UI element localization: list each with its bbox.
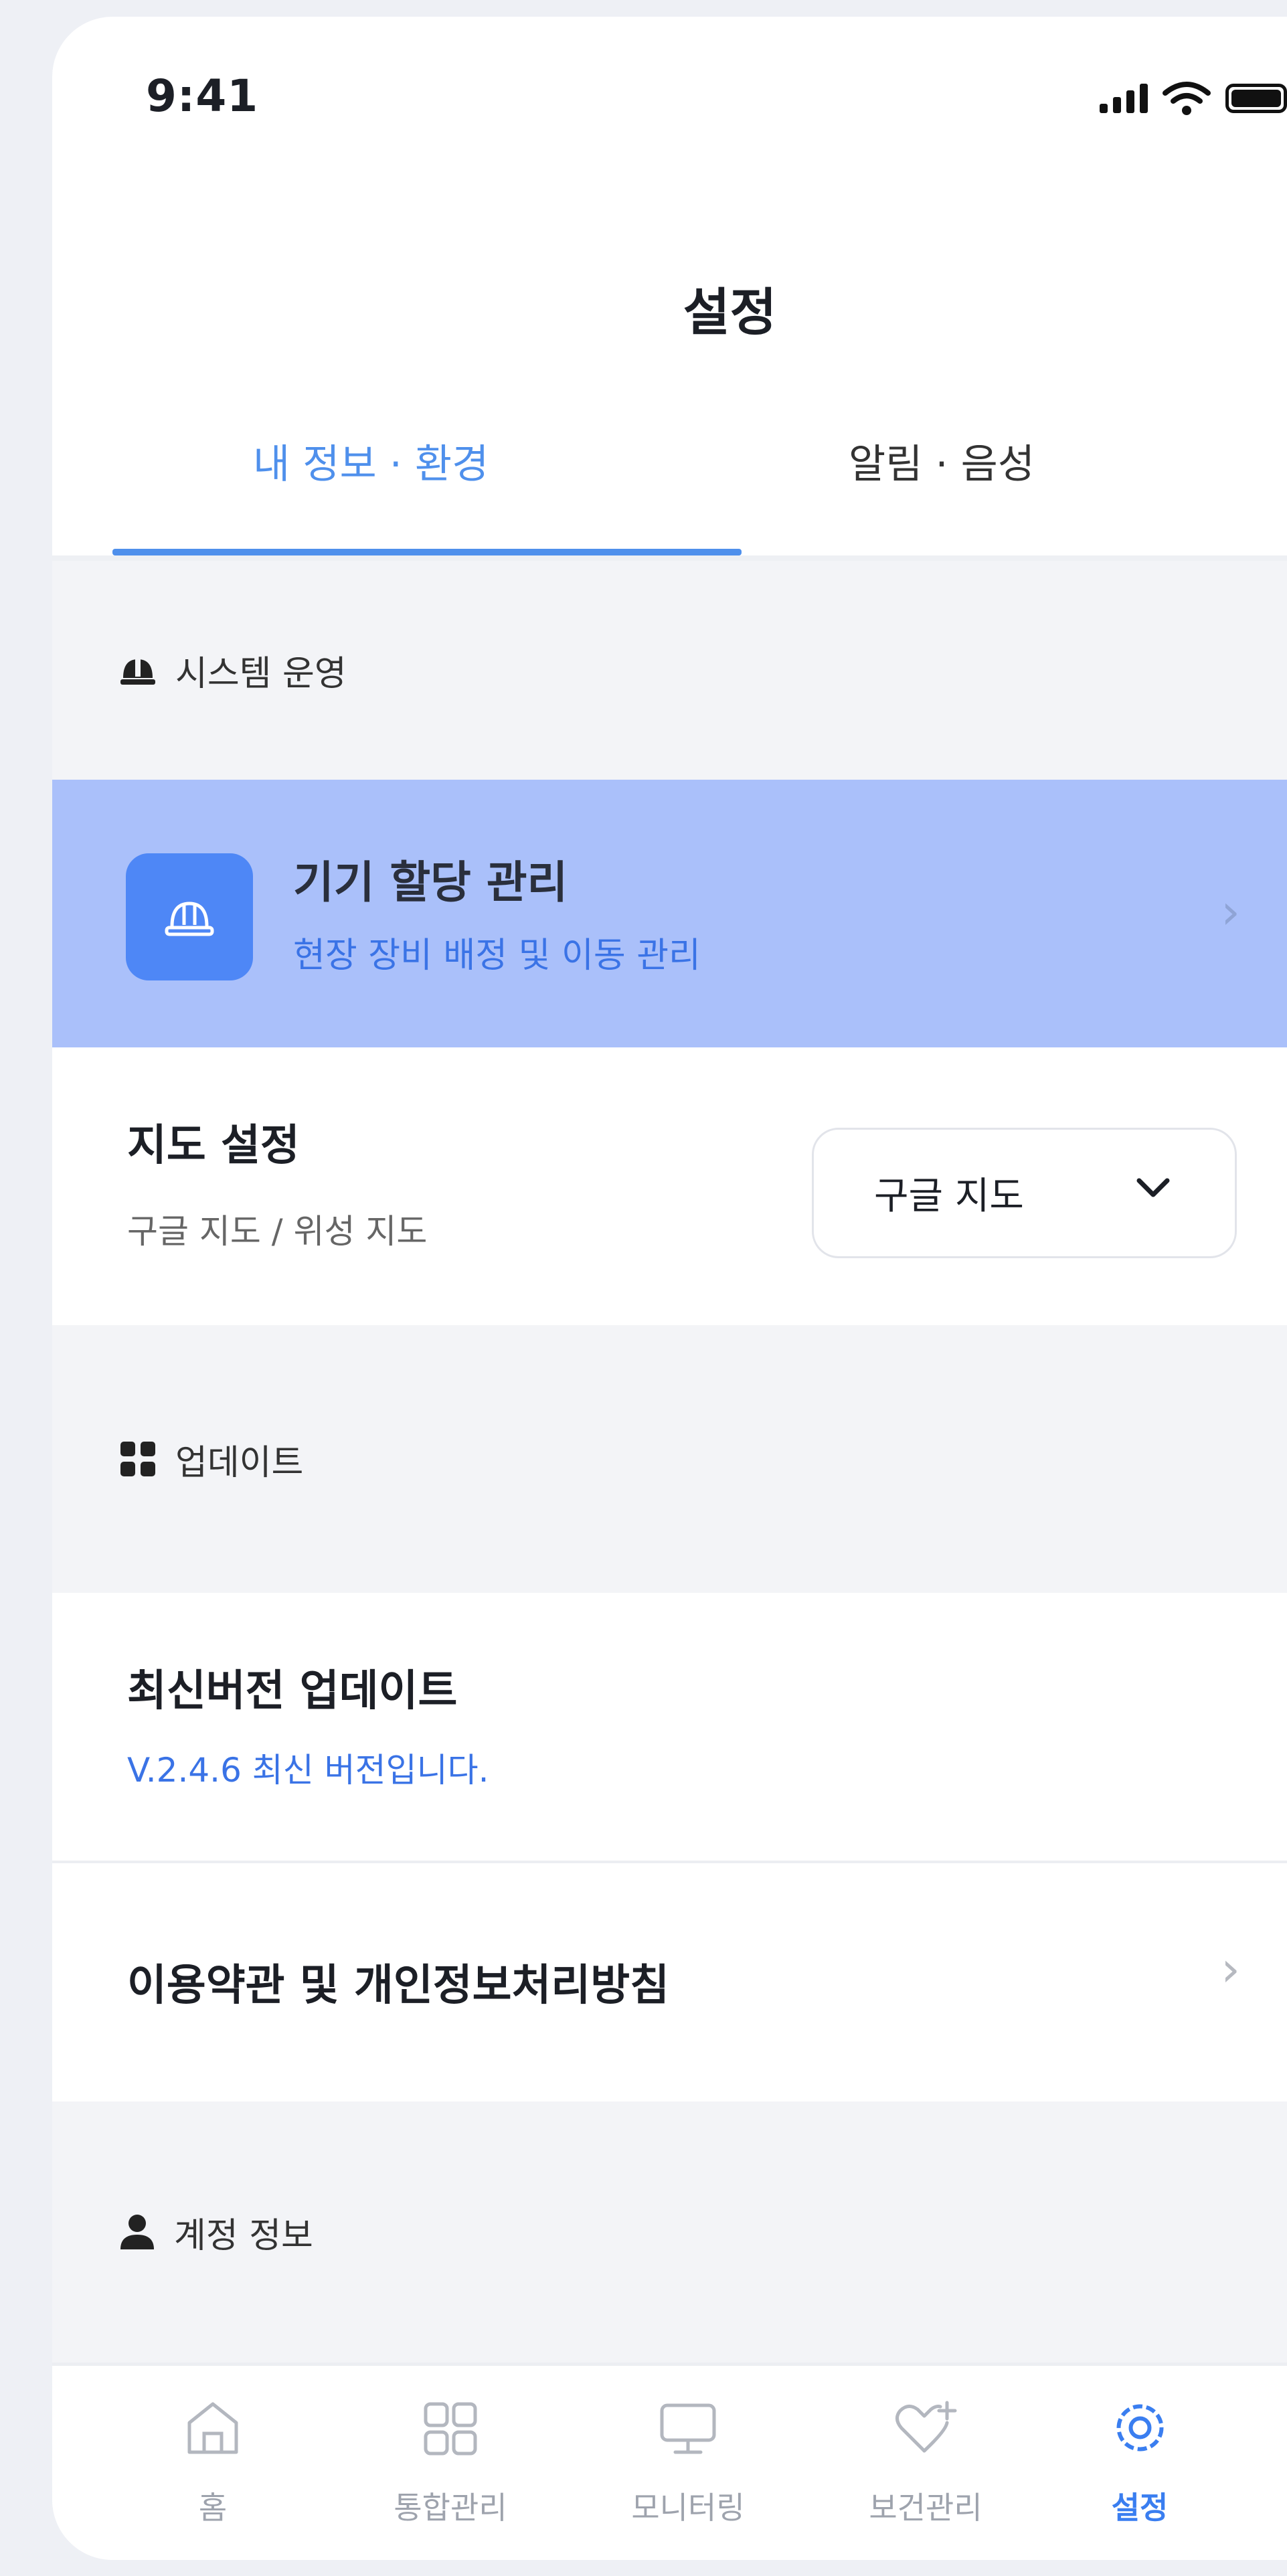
nav-label: 통합관리 — [394, 2490, 507, 2526]
battery-icon — [1225, 84, 1287, 113]
bottom-nav: 홈 통합관리 모니터링 보건관리 설정 — [52, 2363, 1287, 2560]
gear-icon — [1116, 2404, 1163, 2452]
signal-icon — [1100, 84, 1148, 113]
nav-health[interactable]: 보건관리 — [825, 2396, 1026, 2528]
nav-monitoring[interactable]: 모니터링 — [588, 2396, 788, 2528]
phone-screen: 9:41 설정 내 정보 · 환경 알림 · 음성 시스템 운영 기기 할당 관… — [52, 17, 1287, 2560]
heart-plus-icon — [895, 2401, 957, 2453]
section-label: 계정 정보 — [174, 2215, 313, 2256]
map-type-value: 구글 지도 — [874, 1175, 1024, 1218]
nav-label: 보건관리 — [869, 2490, 982, 2526]
helmet-icon — [165, 901, 214, 936]
chevron-down-icon — [1136, 1178, 1170, 1197]
divider — [52, 1861, 1287, 1863]
helmet-icon — [120, 656, 155, 685]
user-icon — [120, 2215, 154, 2249]
section-header-account: 계정 정보 — [52, 2101, 1287, 2363]
device-assignment-row[interactable]: 기기 할당 관리 현장 장비 배정 및 이동 관리 › — [52, 780, 1287, 1047]
section-label: 시스템 운영 — [175, 654, 347, 694]
device-tile-icon — [126, 853, 253, 980]
page-title: 설정 — [683, 282, 777, 342]
grid-icon — [120, 1442, 155, 1476]
map-type-select[interactable]: 구글 지도 — [812, 1128, 1237, 1258]
home-icon — [187, 2402, 238, 2454]
nav-integrated[interactable]: 통합관리 — [350, 2396, 551, 2528]
wifi-icon — [1163, 82, 1211, 115]
latest-version-row[interactable]: 최신버전 업데이트 V.2.4.6 최신 버전입니다. — [52, 1593, 1287, 1861]
terms-row[interactable]: 이용약관 및 개인정보처리방침 › — [52, 1864, 1287, 2101]
chevron-right-icon: › — [1221, 1941, 1240, 1997]
divider — [52, 555, 1287, 561]
nav-label: 홈 — [198, 2490, 228, 2526]
device-assignment-title: 기기 할당 관리 — [293, 857, 568, 908]
status-icons — [1100, 78, 1287, 118]
tab-my-info[interactable]: 내 정보 · 환경 — [253, 432, 489, 490]
grid-icon — [424, 2402, 477, 2456]
device-assignment-subtitle: 현장 장비 배정 및 이동 관리 — [293, 936, 701, 976]
nav-label: 설정 — [1111, 2490, 1169, 2526]
map-setting-title: 지도 설정 — [127, 1121, 300, 1171]
tab-bar: 내 정보 · 환경 알림 · 음성 — [52, 392, 1287, 552]
section-header-update: 업데이트 — [52, 1325, 1287, 1593]
nav-home[interactable]: 홈 — [112, 2396, 313, 2528]
version-status: V.2.4.6 최신 버전입니다. — [127, 1751, 489, 1790]
active-tab-indicator — [112, 549, 742, 555]
status-time: 9:41 — [146, 70, 259, 122]
tab-alarm-voice[interactable]: 알림 · 음성 — [849, 432, 1035, 490]
map-setting-row: 지도 설정 구글 지도 / 위성 지도 구글 지도 — [52, 1051, 1287, 1325]
monitor-icon — [660, 2403, 716, 2454]
nav-settings[interactable]: 설정 — [1039, 2396, 1240, 2528]
latest-version-title: 최신버전 업데이트 — [127, 1666, 458, 1716]
nav-label: 모니터링 — [631, 2490, 745, 2526]
section-label: 업데이트 — [175, 1442, 304, 1483]
chevron-right-icon: › — [1221, 883, 1240, 940]
map-setting-subtitle: 구글 지도 / 위성 지도 — [127, 1212, 428, 1251]
terms-title: 이용약관 및 개인정보처리방침 — [127, 1961, 670, 2010]
section-header-system: 시스템 운영 — [52, 561, 1287, 780]
